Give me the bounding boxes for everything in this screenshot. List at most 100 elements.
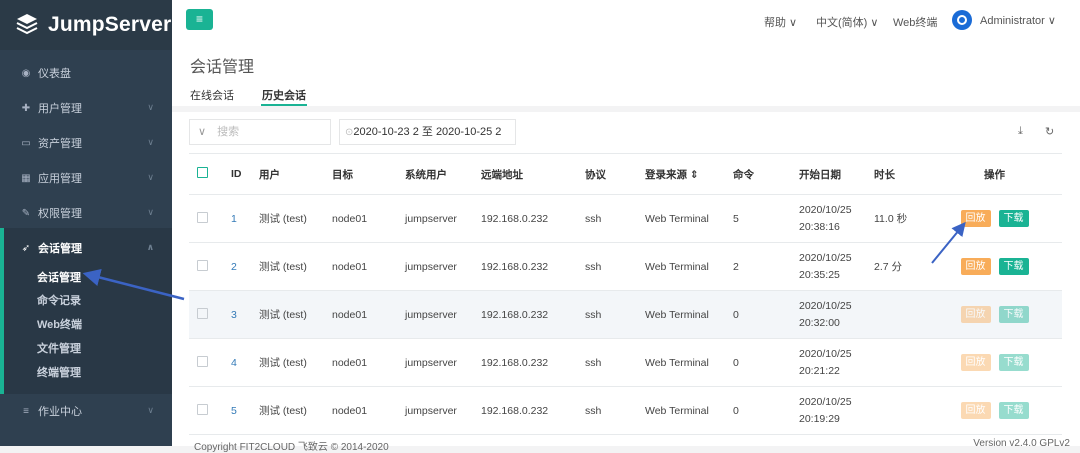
cell-actions: 回放 下载 <box>927 290 1062 339</box>
col-header-remote-addr[interactable]: 远端地址 <box>473 153 577 195</box>
col-header-protocol[interactable]: 协议 <box>577 153 637 195</box>
session-id-link[interactable]: 3 <box>223 290 251 339</box>
sidebar-item-users[interactable]: ✚ 用户管理 ∨ <box>0 94 172 122</box>
submenu-item-web-terminal[interactable]: Web终端 <box>37 316 82 332</box>
chevron-down-icon: ∨ <box>147 405 154 415</box>
download-button[interactable]: 下载 <box>998 402 1029 419</box>
session-id-link[interactable]: 2 <box>223 242 251 291</box>
web-terminal-link[interactable]: Web终端 <box>893 14 937 30</box>
col-header-duration[interactable]: 时长 <box>866 153 927 195</box>
cell-remote-addr: 192.168.0.232 <box>473 386 577 435</box>
cell-duration <box>866 290 927 339</box>
replay-button[interactable]: 回放 <box>960 306 991 323</box>
user-avatar-icon[interactable] <box>952 10 972 30</box>
submenu-item-commands[interactable]: 命令记录 <box>37 292 81 308</box>
sidebar-item-label: 资产管理 <box>38 138 82 150</box>
col-header-start-date[interactable]: 开始日期 <box>791 153 866 195</box>
sidebar-item-jobs[interactable]: ≡ 作业中心 ∨ <box>0 397 172 425</box>
submenu-item-files[interactable]: 文件管理 <box>37 340 81 356</box>
cell-start-date: 2020/10/25 20:19:29 <box>791 386 866 435</box>
cell-actions: 回放 下载 <box>927 338 1062 387</box>
user-menu[interactable]: Administrator ∨ <box>980 14 1056 27</box>
cell-login-from: Web Terminal <box>637 194 725 243</box>
row-checkbox[interactable] <box>189 242 223 291</box>
cell-actions: 回放 下载 <box>927 242 1062 291</box>
submenu-item-terminals[interactable]: 终端管理 <box>37 364 81 380</box>
cell-user: 测试 (test) <box>251 242 324 291</box>
search-placeholder: 搜索 <box>217 126 240 138</box>
download-button[interactable]: 下载 <box>998 306 1029 323</box>
session-id-link[interactable]: 4 <box>223 338 251 387</box>
col-header-actions: 操作 <box>927 153 1062 195</box>
table-row: 3 测试 (test) node01 jumpserver 192.168.0.… <box>189 290 1062 339</box>
search-input[interactable]: ∨ 搜索 <box>189 119 331 145</box>
select-all-checkbox[interactable] <box>189 153 223 195</box>
sidebar-item-label: 权限管理 <box>38 208 82 220</box>
tab-history-sessions[interactable]: 历史会话 <box>262 87 306 103</box>
date-part: 2020/10/25 <box>799 299 852 312</box>
cell-duration: 2.7 分 <box>866 242 927 291</box>
download-button[interactable]: 下载 <box>998 354 1029 371</box>
table-header-row: ID 用户 目标 系统用户 远端地址 协议 登录来源 ⇕ 命令 开始日期 时长 … <box>189 153 1062 195</box>
cell-actions: 回放 下载 <box>927 386 1062 435</box>
cell-target: node01 <box>324 194 397 243</box>
replay-button[interactable]: 回放 <box>960 258 991 275</box>
cell-protocol: ssh <box>577 338 637 387</box>
download-button[interactable]: 下载 <box>998 258 1029 275</box>
replay-button[interactable]: 回放 <box>960 210 991 227</box>
cell-system-user: jumpserver <box>397 290 473 339</box>
menu-toggle-button[interactable]: ≡ <box>186 9 213 30</box>
cell-user: 测试 (test) <box>251 194 324 243</box>
chevron-down-icon: ∨ <box>147 172 154 182</box>
cell-duration <box>866 338 927 387</box>
time-part: 20:32:00 <box>799 316 840 329</box>
date-range-picker[interactable]: ⊙2020-10-23 2 至 2020-10-25 2 <box>339 119 516 145</box>
submenu-item-sessions[interactable]: 会话管理 <box>37 269 81 285</box>
replay-button[interactable]: 回放 <box>960 354 991 371</box>
col-header-commands[interactable]: 命令 <box>725 153 791 195</box>
chevron-down-icon: ∨ <box>147 137 154 147</box>
cell-login-from: Web Terminal <box>637 242 725 291</box>
download-button[interactable]: 下载 <box>998 210 1029 227</box>
sidebar-item-permissions[interactable]: ✎ 权限管理 ∨ <box>0 199 172 227</box>
chevron-down-icon: ∨ <box>147 207 154 217</box>
cell-commands: 0 <box>725 386 791 435</box>
col-header-target[interactable]: 目标 <box>324 153 397 195</box>
cell-remote-addr: 192.168.0.232 <box>473 242 577 291</box>
app-logo[interactable]: JumpServer <box>0 0 172 50</box>
replay-button[interactable]: 回放 <box>960 402 991 419</box>
cell-target: node01 <box>324 338 397 387</box>
row-checkbox[interactable] <box>189 386 223 435</box>
cell-remote-addr: 192.168.0.232 <box>473 194 577 243</box>
cell-system-user: jumpserver <box>397 386 473 435</box>
download-icon[interactable]: ⤓ <box>1018 125 1023 138</box>
refresh-icon[interactable]: ↻ <box>1045 125 1054 138</box>
tab-online-sessions[interactable]: 在线会话 <box>190 87 234 103</box>
cell-duration: 11.0 秒 <box>866 194 927 243</box>
sidebar-item-applications[interactable]: ▦ 应用管理 ∨ <box>0 164 172 192</box>
cell-start-date: 2020/10/25 20:32:00 <box>791 290 866 339</box>
session-id-link[interactable]: 5 <box>223 386 251 435</box>
row-checkbox[interactable] <box>189 290 223 339</box>
language-menu[interactable]: 中文(简体) ∨ <box>816 14 878 30</box>
row-checkbox[interactable] <box>189 338 223 387</box>
date-part: 2020/10/25 <box>799 203 852 216</box>
active-tab-indicator <box>261 104 307 106</box>
time-part: 20:21:22 <box>799 364 840 377</box>
inbox-icon: ▭ <box>21 137 31 149</box>
cell-login-from: Web Terminal <box>637 290 725 339</box>
session-id-link[interactable]: 1 <box>223 194 251 243</box>
col-header-system-user[interactable]: 系统用户 <box>397 153 473 195</box>
help-menu[interactable]: 帮助 ∨ <box>764 14 797 30</box>
row-checkbox[interactable] <box>189 194 223 243</box>
col-header-user[interactable]: 用户 <box>251 153 324 195</box>
sidebar-item-dashboard[interactable]: ◉ 仪表盘 <box>0 59 172 87</box>
table-row: 2 测试 (test) node01 jumpserver 192.168.0.… <box>189 242 1062 291</box>
sidebar-item-sessions[interactable]: ➶ 会话管理 ∧ <box>0 234 172 262</box>
sidebar-item-assets[interactable]: ▭ 资产管理 ∨ <box>0 129 172 157</box>
col-header-login-from[interactable]: 登录来源 ⇕ <box>637 153 725 195</box>
cell-system-user: jumpserver <box>397 338 473 387</box>
col-header-id[interactable]: ID <box>223 153 251 195</box>
cell-remote-addr: 192.168.0.232 <box>473 290 577 339</box>
cell-protocol: ssh <box>577 242 637 291</box>
